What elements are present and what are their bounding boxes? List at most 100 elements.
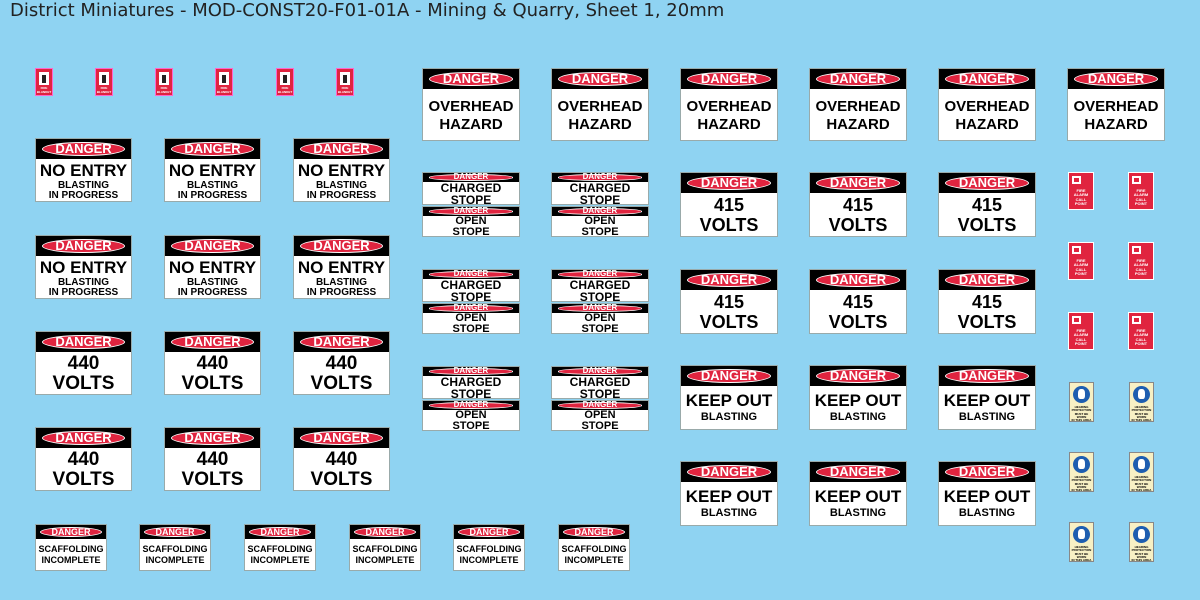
sign-text: CALL POINT [1074, 266, 1088, 277]
sign-text: IN THIS AREA [1071, 558, 1092, 563]
sign-text: BLASTING [958, 411, 1016, 423]
overhead-hazard-sign: DANGER OVERHEAD HAZARD [1067, 68, 1165, 141]
danger-header: DANGER [294, 428, 389, 448]
fire-blanket-icon [159, 72, 169, 85]
sign-body: 440 VOLTS [36, 450, 131, 489]
danger-header: DANGER [939, 173, 1035, 193]
sign-body: OPEN STOPE [423, 410, 519, 431]
danger-header: DANGER [36, 332, 131, 352]
sign-text: INCOMPLETE [250, 555, 310, 565]
danger-label: DANGER [428, 207, 514, 215]
sign-text: IN PROGRESS [306, 287, 377, 298]
danger-header: DANGER [245, 525, 315, 539]
fire-blanket-sign: FIRE BLANKET [155, 68, 173, 96]
sign-text: IN THIS AREA [1131, 558, 1152, 563]
ear-protection-icon [1133, 456, 1150, 473]
danger-label: DANGER [944, 72, 1030, 87]
sign-body: SCAFFOLDING INCOMPLETE [454, 545, 524, 565]
sign-text: SCAFFOLDING [352, 544, 418, 554]
no-entry-sign: DANGER NO ENTRY BLASTING IN PROGRESS [35, 235, 132, 299]
keep-out-sign: DANGER KEEP OUT BLASTING [938, 365, 1036, 430]
sign-body: NO ENTRY BLASTING IN PROGRESS [36, 259, 131, 298]
danger-header: DANGER [165, 428, 260, 448]
danger-header: DANGER [36, 139, 131, 159]
fire-blanket-sign: FIRE BLANKET [95, 68, 113, 96]
danger-header: DANGER [552, 69, 648, 89]
sign-body: CHARGED STOPE [423, 376, 519, 399]
sign-text: NO ENTRY [168, 161, 257, 180]
danger-label: DANGER [686, 176, 772, 191]
danger-header: DANGER [350, 525, 420, 539]
sign-text: HAZARD [568, 116, 632, 133]
fire-blanket-icon [39, 72, 49, 85]
sign-text: STOPE [579, 193, 621, 205]
scaffolding-sign: DANGER SCAFFOLDING INCOMPLETE [453, 524, 525, 571]
sign-text: STOPE [581, 323, 619, 334]
sign-text: FIRE BLANKET [337, 86, 353, 94]
sign-text: 415 [971, 195, 1003, 215]
sign-text: NO ENTRY [39, 161, 128, 180]
sign-text: INCOMPLETE [564, 555, 624, 565]
hearing-protection-sign: HEARING PROTECTION MUST BE WORN IN THIS ARE… [1069, 452, 1094, 492]
danger-header: DANGER [681, 366, 777, 386]
danger-label: DANGER [944, 369, 1030, 384]
danger-label: DANGER [299, 335, 384, 350]
charged-stope-sign: DANGER CHARGED STOPE [551, 269, 649, 302]
scaffolding-sign: DANGER SCAFFOLDING INCOMPLETE [349, 524, 421, 571]
volts-440-sign: DANGER 440 VOLTS [35, 331, 132, 395]
hearing-protection-sign: HEARING PROTECTION MUST BE WORN IN THIS ARE… [1129, 452, 1154, 492]
danger-label: DANGER [686, 273, 772, 288]
danger-label: DANGER [249, 526, 311, 538]
danger-label: DANGER [41, 431, 126, 446]
sign-text: STOPE [579, 290, 621, 302]
sign-text: STOPE [579, 387, 621, 399]
sign-body: OVERHEAD HAZARD [552, 99, 648, 132]
fire-alarm-icon [1132, 246, 1141, 254]
no-entry-sign: DANGER NO ENTRY BLASTING IN PROGRESS [164, 138, 261, 202]
sign-text: IN PROGRESS [48, 287, 119, 298]
volts-440-sign: DANGER 440 VOLTS [35, 427, 132, 491]
scaffolding-sign: DANGER SCAFFOLDING INCOMPLETE [244, 524, 316, 571]
sign-text: NO ENTRY [297, 258, 386, 277]
danger-label: DANGER [458, 526, 520, 538]
sign-text: 415 [713, 195, 745, 215]
sign-body: KEEP OUT BLASTING [810, 392, 906, 423]
charged-stope-sign: DANGER CHARGED STOPE [422, 366, 520, 399]
sign-text: STOPE [450, 387, 492, 399]
danger-header: DANGER [36, 525, 106, 539]
danger-header: DANGER [939, 270, 1035, 290]
sign-text: IN THIS AREA [1131, 418, 1152, 423]
sign-text: 440 [196, 449, 229, 470]
sign-text: SCAFFOLDING [456, 544, 522, 554]
sign-body: OVERHEAD HAZARD [939, 99, 1035, 132]
sign-text: VOLTS [828, 215, 888, 235]
sign-text: 415 [713, 292, 745, 312]
sign-text: OVERHEAD [815, 98, 901, 115]
sign-text: BLASTING [700, 507, 758, 519]
sign-body: OPEN STOPE [552, 313, 648, 334]
sign-text: CALL POINT [1074, 196, 1088, 207]
scaffolding-sign: DANGER SCAFFOLDING INCOMPLETE [558, 524, 630, 571]
sign-text: INCOMPLETE [41, 555, 101, 565]
fire-alarm-sign: FIRE ALARM CALL POINT [1068, 242, 1094, 280]
sign-body: NO ENTRY BLASTING IN PROGRESS [165, 162, 260, 201]
sign-text: KEEP OUT [814, 487, 902, 506]
sign-text: FIRE BLANKET [156, 86, 172, 94]
keep-out-sign: DANGER KEEP OUT BLASTING [809, 461, 907, 526]
sign-body: KEEP OUT BLASTING [810, 488, 906, 519]
sign-text: BLASTING [829, 411, 887, 423]
sign-text: FIRE BLANKET [96, 86, 112, 94]
danger-header: DANGER [140, 525, 210, 539]
sign-body: 415 VOLTS [681, 293, 777, 331]
sign-text: 415 [971, 292, 1003, 312]
sign-text: STOPE [450, 290, 492, 302]
no-entry-sign: DANGER NO ENTRY BLASTING IN PROGRESS [164, 235, 261, 299]
open-stope-sign: DANGER OPEN STOPE [551, 400, 649, 431]
sign-body: SCAFFOLDING INCOMPLETE [245, 545, 315, 565]
sign-body: 440 VOLTS [165, 354, 260, 393]
danger-header: DANGER [1068, 69, 1164, 89]
sign-text: CALL POINT [1074, 336, 1088, 347]
danger-label: DANGER [557, 270, 643, 278]
sign-text: SCAFFOLDING [38, 544, 104, 554]
ear-protection-icon [1133, 526, 1150, 543]
